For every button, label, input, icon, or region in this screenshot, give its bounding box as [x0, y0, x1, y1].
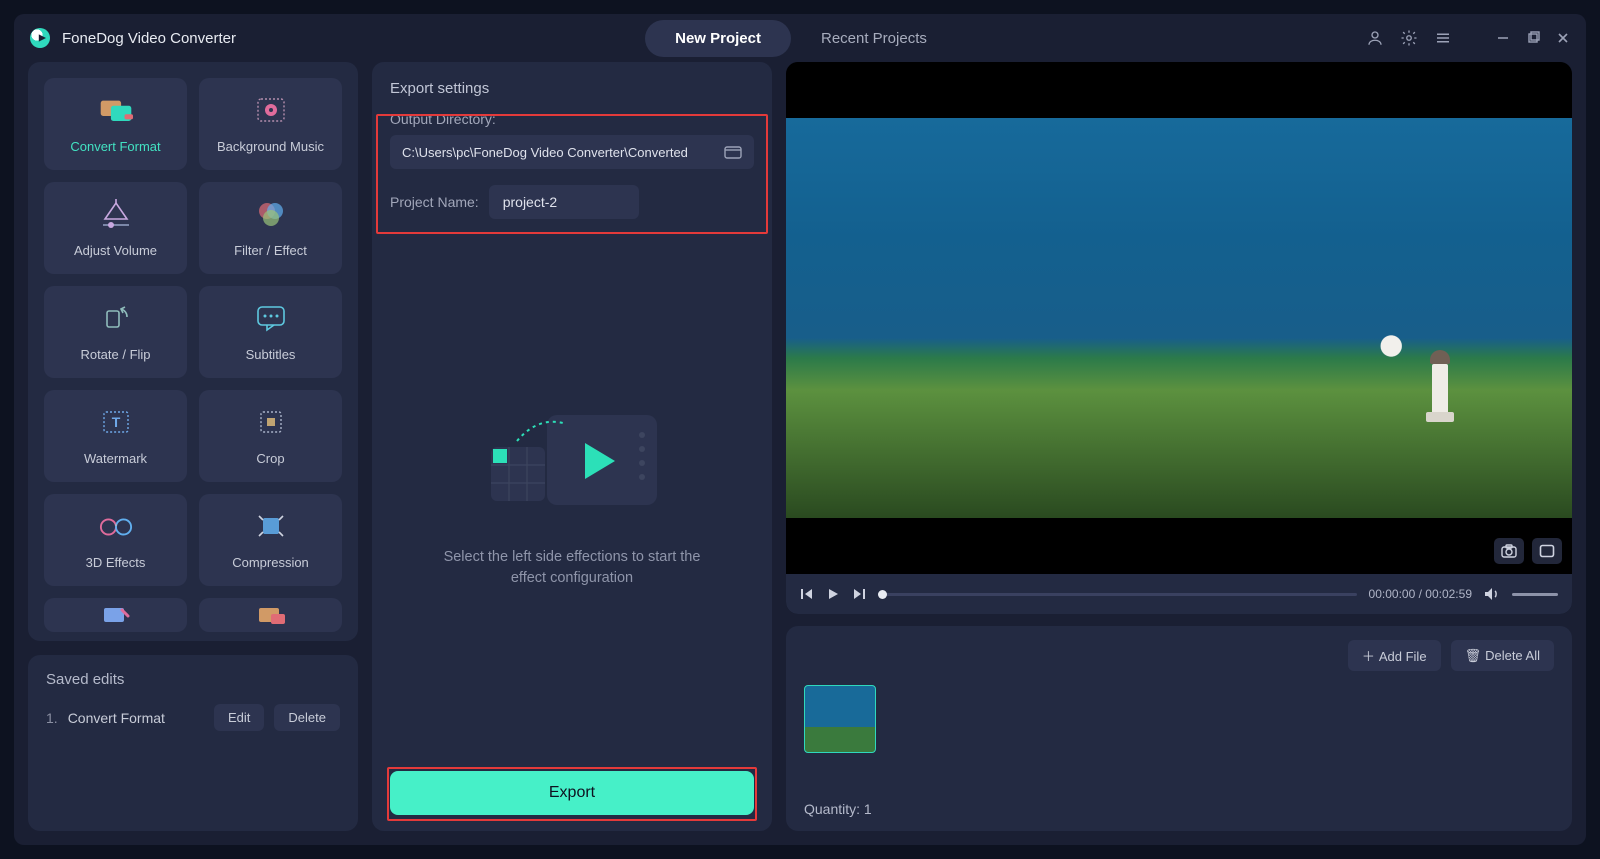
playbar: 00:00:00 / 00:02:59: [786, 574, 1572, 614]
tool-background-music[interactable]: Background Music: [199, 78, 342, 170]
tool-grid: Convert Format Background Music Adjust V…: [28, 62, 358, 641]
delete-button[interactable]: Delete: [274, 704, 340, 731]
saved-edit-name: Convert Format: [68, 710, 204, 726]
svg-text:T: T: [111, 414, 120, 430]
tool-more-2[interactable]: [199, 598, 342, 632]
tool-label: Subtitles: [246, 347, 296, 362]
app-window: FoneDog Video Converter New Project Rece…: [14, 14, 1586, 845]
preview-panel: 00:00:00 / 00:02:59: [786, 62, 1572, 614]
saved-edits-panel: Saved edits 1. Convert Format Edit Delet…: [28, 655, 358, 831]
tool-adjust-volume[interactable]: Adjust Volume: [44, 182, 187, 274]
app-logo-icon: [30, 28, 50, 48]
volume-icon[interactable]: [1484, 587, 1500, 601]
fullscreen-icon[interactable]: [1532, 538, 1562, 564]
subtitles-icon: [254, 303, 288, 333]
tool-label: Watermark: [84, 451, 147, 466]
tool-subtitles[interactable]: Subtitles: [199, 286, 342, 378]
right-column: 00:00:00 / 00:02:59 ＋Add File 🗑Delete Al…: [786, 62, 1572, 831]
saved-edits-title: Saved edits: [46, 671, 340, 688]
tool-label: Convert Format: [70, 139, 160, 154]
volume-slider[interactable]: [1512, 593, 1558, 596]
video-preview[interactable]: [786, 62, 1572, 574]
project-name-label: Project Name:: [390, 194, 479, 210]
volume-icon: [99, 199, 133, 229]
progress-slider[interactable]: [878, 593, 1357, 596]
main-area: Convert Format Background Music Adjust V…: [14, 62, 1586, 845]
gif-icon: [254, 606, 288, 628]
quantity-display: Quantity: 1: [804, 801, 1554, 817]
tool-more-1[interactable]: [44, 598, 187, 632]
config-hint-text: Select the left side effections to start…: [427, 547, 717, 589]
project-tabs: New Project Recent Projects: [248, 20, 1354, 57]
settings-icon[interactable]: [1400, 29, 1418, 47]
crop-icon: [254, 407, 288, 437]
project-name-input[interactable]: [489, 185, 639, 219]
video-frame: [786, 118, 1572, 517]
convert-format-icon: [99, 95, 133, 125]
saved-edit-row: 1. Convert Format Edit Delete: [46, 704, 340, 731]
left-column: Convert Format Background Music Adjust V…: [28, 62, 358, 831]
edit-button[interactable]: Edit: [214, 704, 264, 731]
window-maximize-icon[interactable]: [1526, 31, 1540, 45]
browse-folder-icon[interactable]: [724, 144, 742, 160]
delete-all-button[interactable]: 🗑Delete All: [1451, 640, 1554, 671]
window-minimize-icon[interactable]: [1496, 31, 1510, 45]
tool-filter-effect[interactable]: Filter / Effect: [199, 182, 342, 274]
add-file-button[interactable]: ＋Add File: [1348, 640, 1441, 671]
music-icon: [254, 95, 288, 125]
titlebar: FoneDog Video Converter New Project Rece…: [14, 14, 1586, 62]
output-directory-field: C:\Users\pc\FoneDog Video Converter\Conv…: [390, 135, 754, 169]
tool-watermark[interactable]: T Watermark: [44, 390, 187, 482]
titlebar-actions: [1366, 29, 1570, 47]
filter-icon: [254, 199, 288, 229]
files-panel: ＋Add File 🗑Delete All Quantity: 1: [786, 626, 1572, 831]
play-icon[interactable]: [826, 587, 840, 601]
file-thumbnails: [804, 685, 1554, 789]
snapshot-icon[interactable]: [1494, 538, 1524, 564]
export-button[interactable]: Export: [390, 771, 754, 815]
output-directory-value: C:\Users\pc\FoneDog Video Converter\Conv…: [402, 145, 724, 160]
tool-crop[interactable]: Crop: [199, 390, 342, 482]
tab-new-project[interactable]: New Project: [645, 20, 791, 57]
lighthouse-graphic: [1426, 350, 1454, 422]
file-thumbnail[interactable]: [804, 685, 876, 753]
tool-label: Rotate / Flip: [80, 347, 150, 362]
tool-label: Background Music: [217, 139, 324, 154]
tool-label: 3D Effects: [86, 555, 146, 570]
tool-compression[interactable]: Compression: [199, 494, 342, 586]
tab-recent-projects[interactable]: Recent Projects: [791, 20, 957, 57]
tool-label: Adjust Volume: [74, 243, 157, 258]
tool-convert-format[interactable]: Convert Format: [44, 78, 187, 170]
saved-edit-index: 1.: [46, 710, 58, 726]
tool-label: Filter / Effect: [234, 243, 307, 258]
menu-icon[interactable]: [1434, 29, 1452, 47]
window-close-icon[interactable]: [1556, 31, 1570, 45]
tool-rotate-flip[interactable]: Rotate / Flip: [44, 286, 187, 378]
export-settings-panel: Export settings Output Directory: C:\Use…: [372, 62, 772, 831]
time-display: 00:00:00 / 00:02:59: [1369, 587, 1472, 601]
export-settings-title: Export settings: [390, 80, 754, 97]
tool-label: Compression: [232, 555, 309, 570]
rotate-icon: [99, 303, 133, 333]
tool-label: Crop: [256, 451, 284, 466]
app-title: FoneDog Video Converter: [62, 30, 236, 47]
glasses-3d-icon: [99, 511, 133, 541]
tool-3d-effects[interactable]: 3D Effects: [44, 494, 187, 586]
effect-illustration-icon: [477, 401, 667, 521]
next-frame-icon[interactable]: [852, 587, 866, 601]
config-placeholder: Select the left side effections to start…: [390, 219, 754, 771]
account-icon[interactable]: [1366, 29, 1384, 47]
enhance-icon: [99, 606, 133, 628]
prev-frame-icon[interactable]: [800, 587, 814, 601]
compression-icon: [254, 511, 288, 541]
watermark-icon: T: [99, 407, 133, 437]
output-directory-label: Output Directory:: [390, 111, 754, 127]
